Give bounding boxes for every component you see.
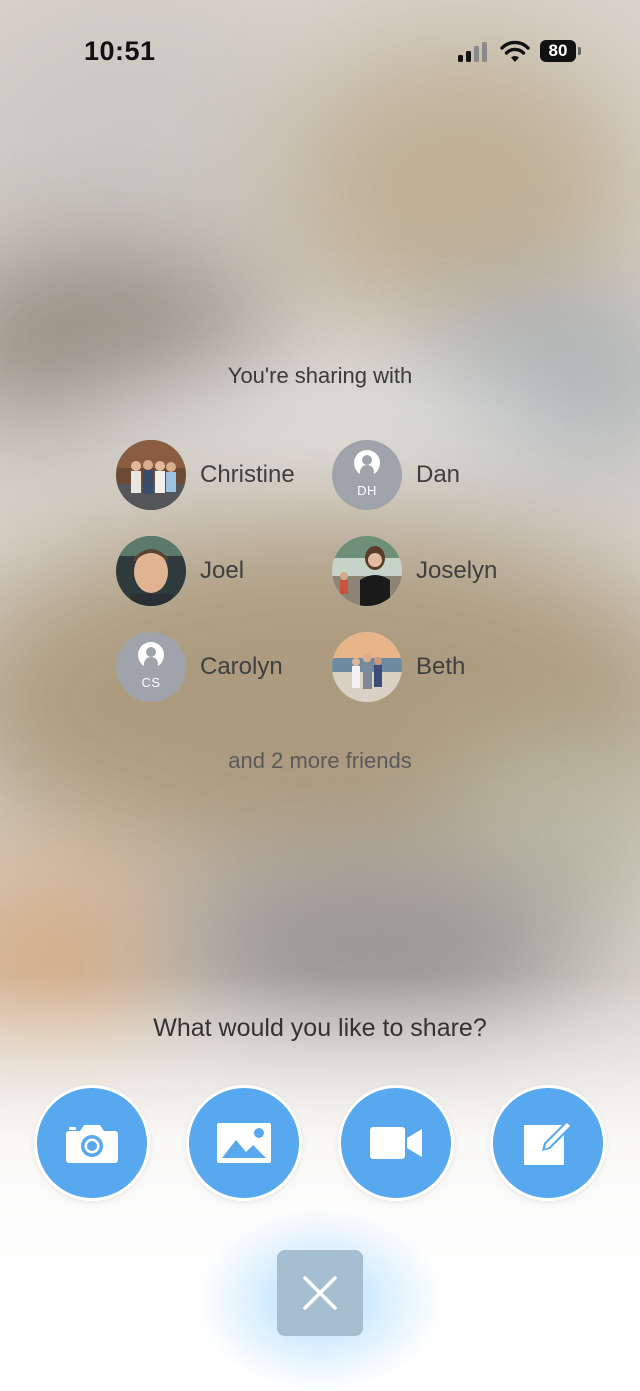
video-icon [370, 1127, 422, 1159]
avatar-initials: DH [357, 483, 377, 498]
person-icon [138, 642, 164, 668]
image-icon [217, 1123, 271, 1163]
photo-button[interactable] [186, 1085, 302, 1201]
friend-name: Beth [416, 653, 466, 680]
battery-cap [578, 47, 581, 55]
friend-dan[interactable]: DH Dan [332, 440, 460, 510]
avatar-initials: CS [141, 675, 161, 690]
avatar [332, 632, 402, 702]
friend-name: Joselyn [416, 557, 498, 584]
sharing-heading: You're sharing with [227, 363, 413, 388]
compose-button[interactable] [490, 1085, 606, 1201]
avatar: DH [332, 440, 402, 510]
camera-button[interactable] [34, 1085, 150, 1201]
friend-christine[interactable]: Christine [116, 440, 295, 510]
friend-name: Carolyn [200, 653, 283, 680]
camera-icon [66, 1125, 118, 1163]
avatar [332, 536, 402, 606]
friend-carolyn[interactable]: CS Carolyn [116, 632, 283, 702]
friend-joel[interactable]: Joel [116, 536, 244, 606]
friend-name: Dan [416, 461, 461, 488]
avatar: CS [116, 632, 186, 702]
friend-beth[interactable]: Beth [332, 632, 465, 702]
compose-icon [524, 1121, 572, 1165]
status-bar: 10:51 80 [0, 0, 640, 100]
status-time: 10:51 [84, 36, 156, 66]
friend-name: Christine [200, 461, 295, 488]
friend-joselyn[interactable]: Joselyn [332, 536, 497, 606]
friend-name: Joel [200, 557, 245, 584]
share-prompt: What would you like to share? [153, 1014, 487, 1042]
wifi-icon [500, 40, 530, 62]
close-icon [303, 1276, 337, 1310]
video-button[interactable] [338, 1085, 454, 1201]
close-button[interactable] [277, 1250, 363, 1336]
more-friends-label[interactable]: and 2 more friends [0, 748, 640, 774]
person-icon [354, 450, 380, 476]
battery-icon: 80 [540, 40, 576, 62]
share-actions [0, 1085, 640, 1203]
cellular-signal-icon [458, 42, 490, 62]
avatar [116, 440, 186, 510]
avatar [116, 536, 186, 606]
